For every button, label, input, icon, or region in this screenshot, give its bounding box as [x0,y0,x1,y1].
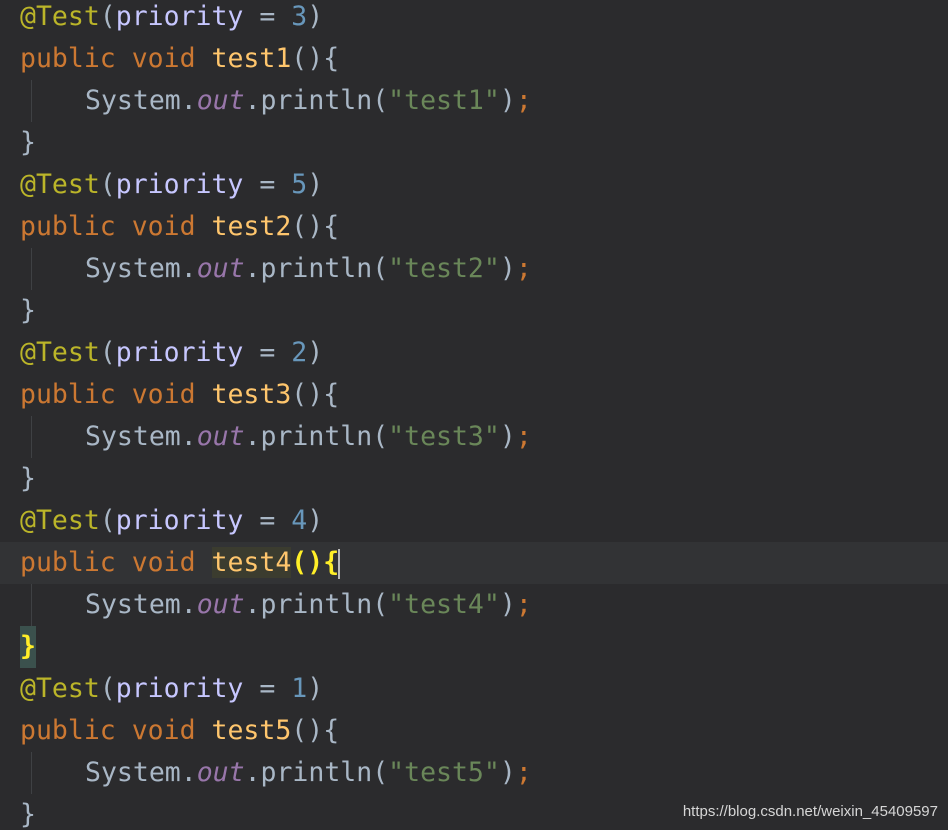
priority-param: priority [115,337,244,368]
closing-brace: } [20,295,36,326]
code-line[interactable]: @Test(priority = 4) [0,500,948,542]
code-line[interactable]: } [0,122,948,164]
static-field-out: out [196,589,245,620]
closing-brace: } [20,799,36,830]
code-line[interactable]: System.out.println("test5"); [0,752,948,794]
code-line[interactable]: } [0,290,948,332]
code-line[interactable]: } [0,626,948,668]
code-line[interactable]: public void test2(){ [0,206,948,248]
keyword-void: void [131,379,196,410]
annotation-test: @Test [20,673,100,704]
priority-value: 5 [291,169,308,200]
string-literal: "test3" [388,421,500,452]
indent-guide [31,752,32,794]
string-literal: "test1" [388,85,500,116]
closing-brace: } [20,127,36,158]
string-literal: "test2" [388,253,500,284]
static-field-out: out [196,757,245,788]
code-line[interactable]: public void test3(){ [0,374,948,416]
priority-value: 4 [291,505,308,536]
annotation-test: @Test [20,1,100,32]
keyword-public: public [20,547,116,578]
keyword-void: void [131,43,196,74]
watermark: https://blog.csdn.net/weixin_45409597 [682,803,938,820]
keyword-void: void [131,547,196,578]
current-code-line[interactable]: public void test4(){ [0,542,948,584]
method-name: test5 [211,715,292,746]
code-line[interactable]: public void test1(){ [0,38,948,80]
keyword-void: void [131,715,196,746]
annotation-test: @Test [20,169,100,200]
priority-value: 3 [291,1,308,32]
code-line[interactable]: } [0,458,948,500]
keyword-void: void [131,211,196,242]
indent-guide [31,416,32,458]
text-cursor [338,548,341,579]
static-field-out: out [196,421,245,452]
code-line[interactable]: public void test5(){ [0,710,948,752]
code-line[interactable]: System.out.println("test4"); [0,584,948,626]
annotation-test: @Test [20,505,100,536]
method-name: test3 [211,379,292,410]
priority-param: priority [115,673,244,704]
method-name-highlighted: test4 [211,547,292,578]
code-editor[interactable]: @Test(priority = 3) public void test1(){… [0,0,948,830]
code-line[interactable]: @Test(priority = 5) [0,164,948,206]
matched-brace: (){ [291,547,340,578]
keyword-public: public [20,211,116,242]
priority-value: 2 [291,337,308,368]
code-line[interactable]: @Test(priority = 3) [0,0,948,38]
code-line[interactable]: System.out.println("test2"); [0,248,948,290]
string-literal: "test5" [388,757,500,788]
code-line[interactable]: System.out.println("test3"); [0,416,948,458]
keyword-public: public [20,43,116,74]
closing-brace: } [20,463,36,494]
matched-closing-brace: } [20,626,36,668]
code-line[interactable]: System.out.println("test1"); [0,80,948,122]
string-literal: "test4" [388,589,500,620]
static-field-out: out [196,85,245,116]
priority-param: priority [115,169,244,200]
priority-value: 1 [291,673,308,704]
keyword-public: public [20,715,116,746]
method-name: test2 [211,211,292,242]
code-line[interactable]: @Test(priority = 2) [0,332,948,374]
keyword-public: public [20,379,116,410]
annotation-test: @Test [20,337,100,368]
priority-param: priority [115,505,244,536]
indent-guide [31,248,32,290]
method-name: test1 [211,43,292,74]
indent-guide [31,584,32,626]
indent-guide [31,80,32,122]
code-line[interactable]: @Test(priority = 1) [0,668,948,710]
static-field-out: out [196,253,245,284]
priority-param: priority [115,1,244,32]
